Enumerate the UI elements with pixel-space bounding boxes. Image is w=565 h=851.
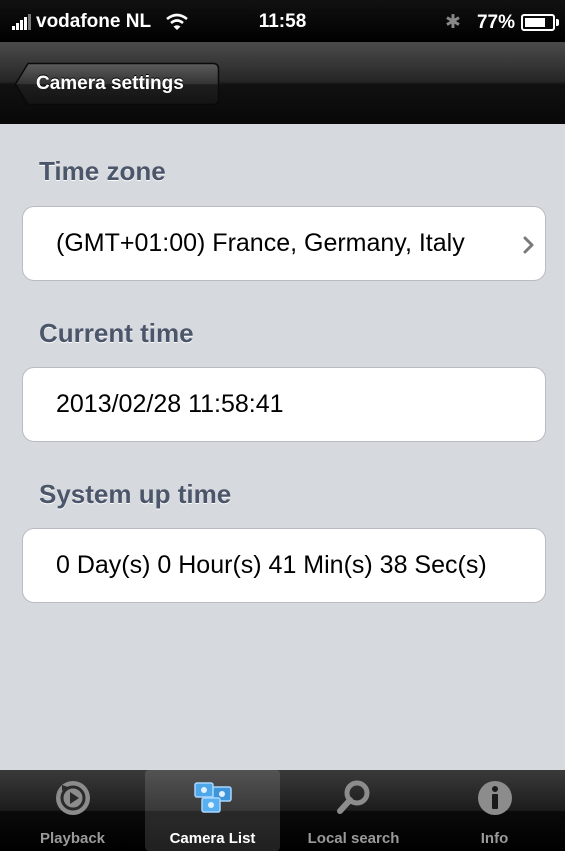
info-icon [477,781,512,815]
time-zone-cell[interactable]: (GMT+01:00) France, Germany, Italy [22,206,546,281]
tab-info-label: Info [480,830,509,847]
playback-icon [55,781,90,815]
time-zone-value: (GMT+01:00) France, Germany, Italy [56,229,465,257]
system-up-time-cell: 0 Day(s) 0 Hour(s) 41 Min(s) 38 Sec(s) [22,528,546,603]
current-time-cell: 2013/02/28 11:58:41 [22,367,546,442]
current-time-value: 2013/02/28 11:58:41 [56,390,284,418]
tab-info[interactable]: Info [424,770,565,851]
tab-camera-list-label: Camera List [169,830,256,847]
app-screen: vodafone NL 11:58 ✱ 77% Camera settings … [0,0,565,851]
tab-camera-list[interactable]: Camera List [145,770,280,851]
bluetooth-icon: ✱ [445,12,461,33]
tab-local-search[interactable]: Local search [283,770,424,851]
chevron-right-icon [523,236,534,254]
settings-content: Time zone (GMT+01:00) France, Germany, I… [0,124,565,770]
search-icon [336,780,369,814]
tab-playback-label: Playback [39,830,106,847]
current-time-title: Current time [39,318,194,348]
back-button-label: Camera settings [36,73,184,94]
tab-playback[interactable]: Playback [2,770,143,851]
status-right: ✱ 77% [445,11,559,34]
system-up-time-value: 0 Day(s) 0 Hour(s) 41 Min(s) 38 Sec(s) [56,551,487,579]
tab-local-search-label: Local search [307,830,400,847]
battery-icon [521,14,559,31]
back-button[interactable]: Camera settings [14,62,220,106]
system-up-time-title: System up time [39,479,232,509]
camera-list-icon [193,782,232,813]
status-bar: vodafone NL 11:58 ✱ 77% [0,0,565,42]
navigation-bar: Camera settings [0,42,565,125]
tab-bar: Playback Camera List Local search Info [0,770,565,851]
time-zone-title: Time zone [39,156,166,186]
battery-percent: 77% [476,11,515,33]
